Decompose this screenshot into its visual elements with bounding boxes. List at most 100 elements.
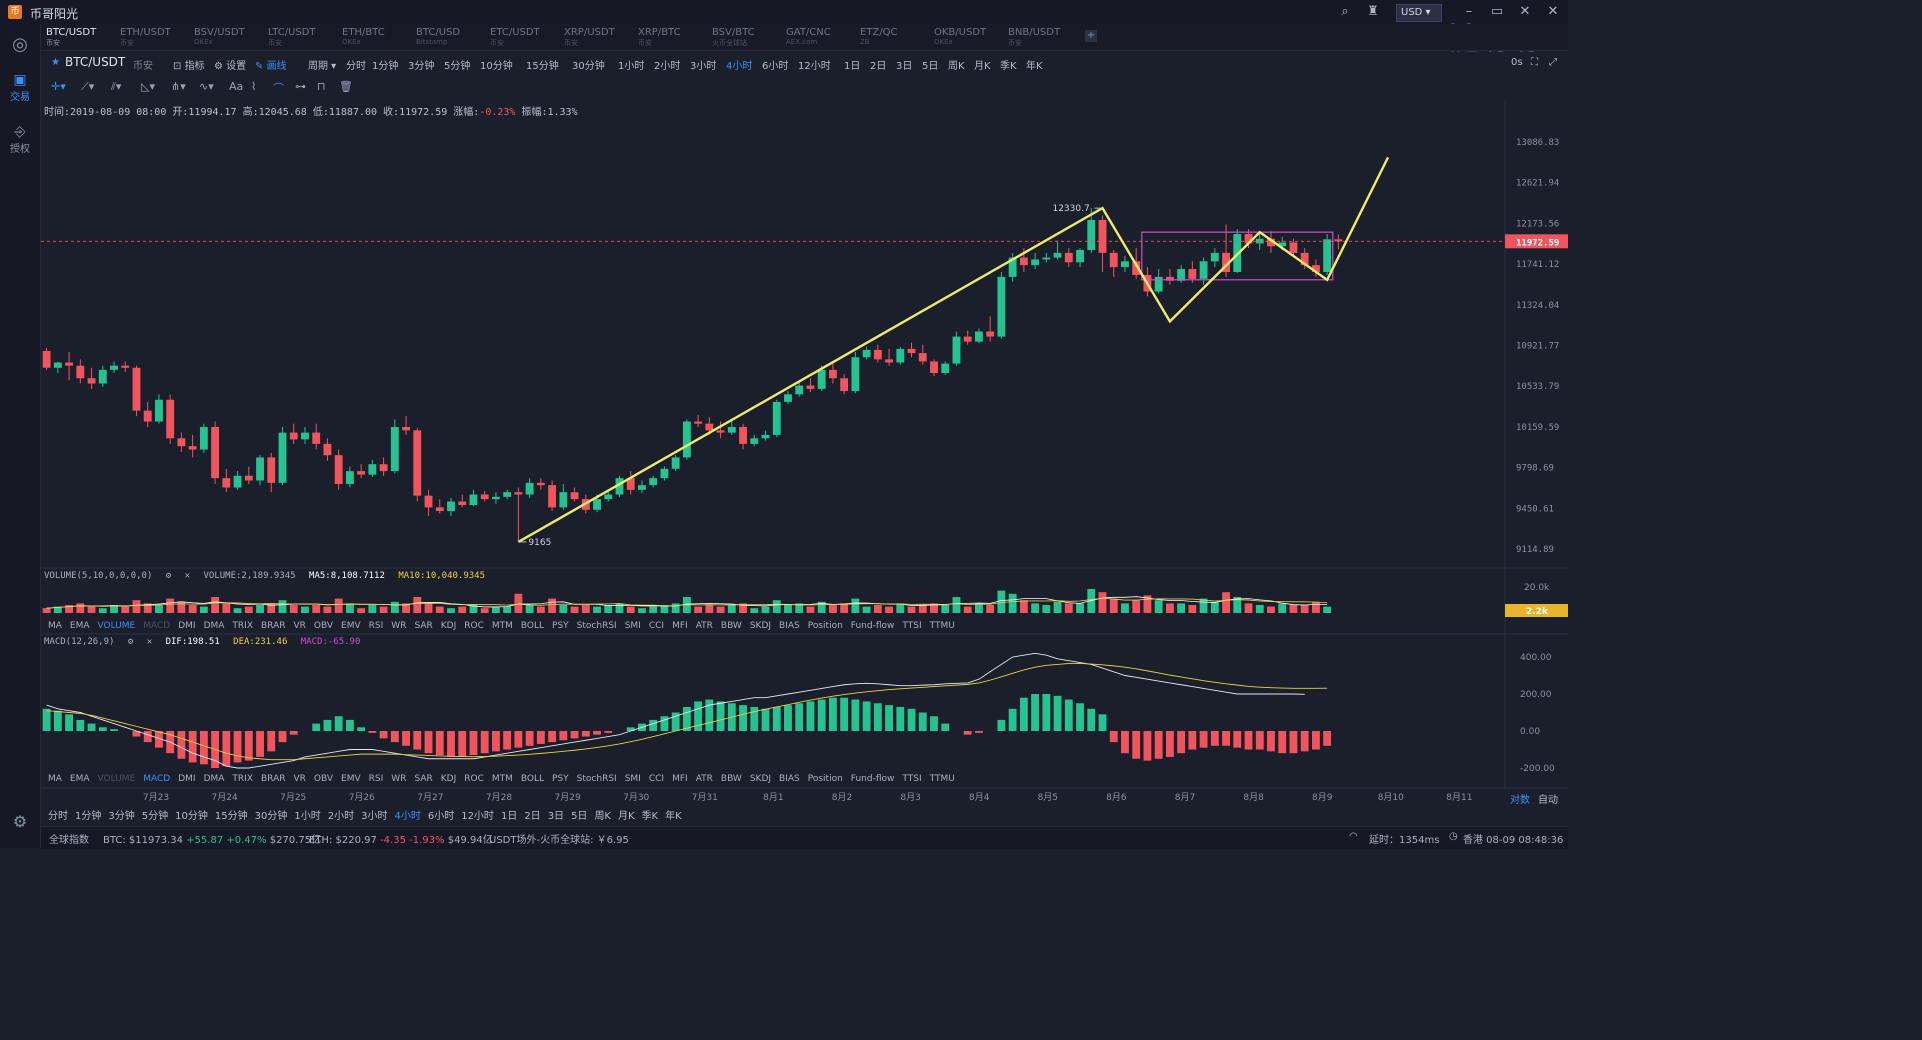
- indicator-tab[interactable]: MA: [48, 774, 62, 784]
- time-period-option[interactable]: 4小时: [394, 811, 420, 822]
- x-axis-label: 8月4: [969, 792, 990, 803]
- volume-settings-icon[interactable]: ⚙: [166, 571, 171, 581]
- indicator-tab[interactable]: ROC: [464, 774, 484, 784]
- time-period-option[interactable]: 12小时: [461, 811, 494, 822]
- indicator-tab[interactable]: WR: [391, 621, 406, 631]
- macd-histogram-bar: [1267, 731, 1275, 752]
- time-period-option[interactable]: 分时: [48, 811, 68, 822]
- indicator-tab[interactable]: EMV: [341, 621, 361, 631]
- volume-close-icon[interactable]: ✕: [185, 571, 190, 581]
- time-period-option[interactable]: 2日: [524, 811, 540, 822]
- time-period-option[interactable]: 年K: [665, 811, 682, 822]
- indicator-tab[interactable]: TTMU: [930, 774, 955, 784]
- indicator-tab[interactable]: Position: [808, 621, 843, 631]
- indicator-tab[interactable]: EMA: [70, 774, 90, 784]
- indicator-tab[interactable]: SMI: [625, 621, 641, 631]
- indicator-tab[interactable]: MFI: [672, 774, 688, 784]
- indicator-tab[interactable]: PSY: [552, 621, 569, 631]
- auto-scale-toggle[interactable]: 自动: [1538, 791, 1558, 806]
- indicator-tab[interactable]: BRAR: [261, 774, 285, 784]
- indicator-tab[interactable]: MA: [48, 621, 62, 631]
- time-period-option[interactable]: 3日: [548, 811, 564, 822]
- indicator-tab[interactable]: EMA: [70, 621, 90, 631]
- indicator-tab[interactable]: BOLL: [521, 621, 544, 631]
- time-period-option[interactable]: 15分钟: [215, 811, 248, 822]
- indicator-tab[interactable]: CCI: [649, 774, 664, 784]
- macd-close-icon[interactable]: ✕: [147, 637, 152, 647]
- indicator-tab[interactable]: VR: [293, 774, 305, 784]
- indicator-tab[interactable]: Position: [808, 774, 843, 784]
- indicator-tab[interactable]: SAR: [414, 774, 432, 784]
- indicator-tab[interactable]: ROC: [464, 621, 484, 631]
- time-period-option[interactable]: 30分钟: [255, 811, 288, 822]
- indicator-tab[interactable]: BIAS: [779, 774, 800, 784]
- indicator-tab[interactable]: KDJ: [441, 774, 457, 784]
- indicator-tab[interactable]: SKDJ: [750, 621, 771, 631]
- indicator-tab[interactable]: StochRSI: [577, 621, 617, 631]
- indicator-tab[interactable]: Fund-flow: [851, 621, 895, 631]
- indicator-tab[interactable]: BBW: [721, 774, 742, 784]
- indicator-tab[interactable]: BOLL: [521, 774, 544, 784]
- indicator-tab[interactable]: VR: [293, 621, 305, 631]
- indicator-tab[interactable]: OBV: [314, 621, 333, 631]
- time-period-option[interactable]: 季K: [642, 811, 659, 822]
- indicator-tab[interactable]: CCI: [649, 621, 664, 631]
- indicator-tab[interactable]: RSI: [369, 621, 384, 631]
- macd-histogram-bar: [233, 731, 242, 763]
- time-period-option[interactable]: 周K: [594, 811, 611, 822]
- price-chart[interactable]: 13086.83 12621.94 12173.56 11741.12 11324.04…: [0, 0, 1568, 848]
- indicator-tab[interactable]: MACD: [143, 621, 170, 631]
- log-scale-toggle[interactable]: 对数: [1510, 791, 1530, 806]
- indicator-tab[interactable]: MFI: [672, 621, 688, 631]
- btc-ticker[interactable]: BTC: $11973.34 +55.87 +0.47% $270.75亿: [103, 831, 321, 846]
- indicator-tab[interactable]: VOLUME: [98, 774, 136, 784]
- indicator-tab[interactable]: MTM: [492, 621, 513, 631]
- time-period-option[interactable]: 2小时: [328, 811, 354, 822]
- indicator-tab[interactable]: StochRSI: [577, 774, 617, 784]
- indicator-tab[interactable]: TRIX: [232, 621, 253, 631]
- time-period-option[interactable]: 1日: [501, 811, 517, 822]
- indicator-tab[interactable]: ATR: [696, 774, 713, 784]
- time-period-option[interactable]: 月K: [618, 811, 635, 822]
- indicator-tab[interactable]: SMI: [625, 774, 641, 784]
- indicator-tab[interactable]: Fund-flow: [851, 774, 895, 784]
- indicator-tab[interactable]: MACD: [143, 774, 170, 784]
- indicator-tab[interactable]: VOLUME: [98, 621, 136, 631]
- indicator-tab[interactable]: RSI: [369, 774, 384, 784]
- time-period-option[interactable]: 6小时: [428, 811, 454, 822]
- time-period-option[interactable]: 1小时: [294, 811, 320, 822]
- indicator-tab[interactable]: SAR: [414, 621, 432, 631]
- time-period-option[interactable]: 5分钟: [142, 811, 168, 822]
- indicator-tab[interactable]: BBW: [721, 621, 742, 631]
- time-period-option[interactable]: 5日: [571, 811, 587, 822]
- indicator-tab[interactable]: SKDJ: [750, 774, 771, 784]
- indicator-tab[interactable]: BIAS: [779, 621, 800, 631]
- indicator-tab[interactable]: TTSI: [902, 621, 921, 631]
- indicator-tab[interactable]: BRAR: [261, 621, 285, 631]
- time-period-option[interactable]: 3分钟: [108, 811, 134, 822]
- indicator-tab[interactable]: DMI: [178, 621, 195, 631]
- indicator-tab[interactable]: PSY: [552, 774, 569, 784]
- indicator-tab[interactable]: MTM: [492, 774, 513, 784]
- indicator-tab[interactable]: ATR: [696, 621, 713, 631]
- time-period-option[interactable]: 1分钟: [75, 811, 101, 822]
- macd-histogram-bar: [1233, 731, 1242, 748]
- indicator-tab[interactable]: KDJ: [441, 621, 457, 631]
- time-period-option[interactable]: 10分钟: [175, 811, 208, 822]
- time-period-option[interactable]: 3小时: [361, 811, 387, 822]
- indicator-tab[interactable]: DMA: [204, 774, 225, 784]
- indicator-tab[interactable]: TRIX: [232, 774, 253, 784]
- indicator-tab[interactable]: WR: [391, 774, 406, 784]
- indicator-tab[interactable]: DMI: [178, 774, 195, 784]
- indicator-tab[interactable]: EMV: [341, 774, 361, 784]
- macd-histogram-bar: [458, 731, 467, 757]
- indicator-tab[interactable]: TTSI: [902, 774, 921, 784]
- indicator-tab[interactable]: TTMU: [930, 621, 955, 631]
- indicator-tab[interactable]: OBV: [314, 774, 333, 784]
- candle-body: [503, 492, 512, 497]
- macd-settings-icon[interactable]: ⚙: [128, 637, 133, 647]
- macd-dif: DIF:198.51: [165, 637, 220, 647]
- eth-ticker[interactable]: ETH: $220.97 -4.35 -1.93% $49.94亿: [309, 831, 493, 846]
- macd-histogram-bar: [840, 697, 849, 731]
- indicator-tab[interactable]: DMA: [204, 621, 225, 631]
